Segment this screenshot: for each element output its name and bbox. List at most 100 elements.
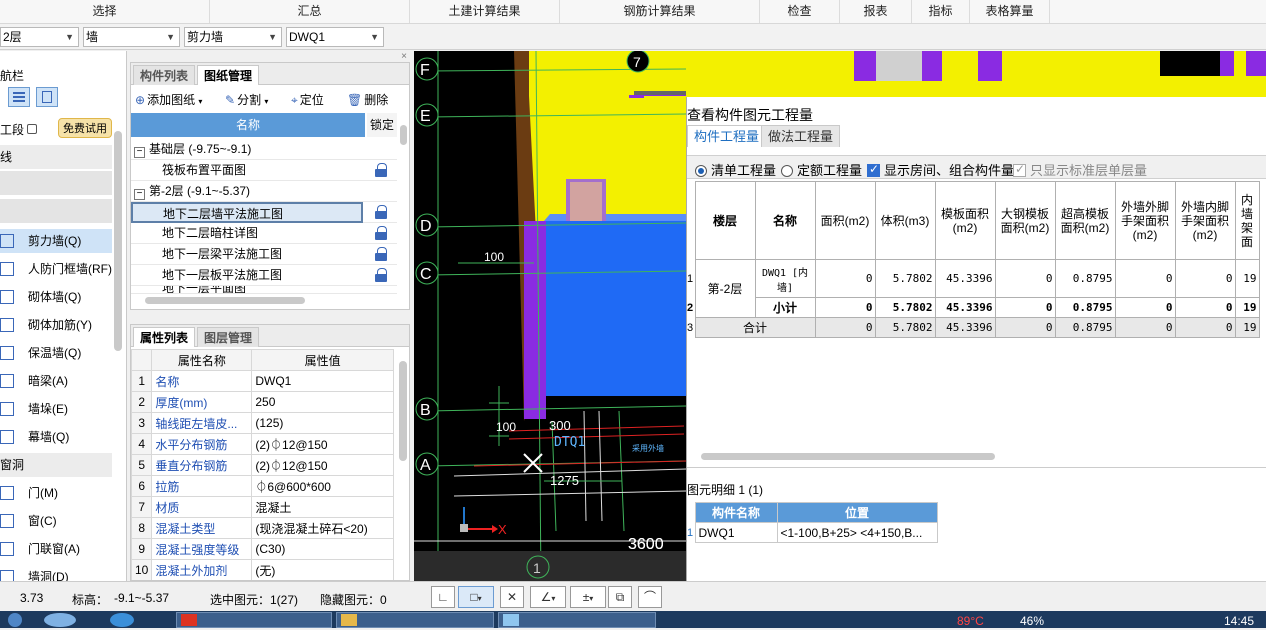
prop-value[interactable]: (125) — [251, 412, 394, 434]
nav-item-curtain-wall[interactable]: 幕墙(Q) — [0, 425, 112, 449]
tab-layer-management[interactable]: 图层管理 — [197, 327, 260, 347]
nav-item-masonry-wall[interactable]: 砌体墙(Q) — [0, 285, 112, 309]
header-name[interactable]: 名称 — [131, 113, 365, 137]
tree-item-b2-column-detail[interactable]: 地下二层暗柱详图 — [131, 223, 397, 244]
delete-button[interactable]: 🗑 删除 — [347, 91, 388, 108]
nav-item-hidden-beam[interactable]: 暗梁(A) — [0, 369, 112, 393]
show-rooms-checkbox[interactable]: 显示房间、组合构件量 — [867, 160, 1014, 179]
nav-item-door[interactable]: 门(M) — [0, 481, 112, 505]
tree-item-b1-beam-plan[interactable]: 地下一层梁平法施工图 — [131, 244, 397, 265]
std-floor-checkbox[interactable]: 只显示标准层单层量 — [1013, 160, 1147, 179]
cross-button[interactable]: ✕ — [500, 586, 524, 608]
app-icon[interactable] — [110, 613, 134, 627]
ribbon-select[interactable]: 选择 — [0, 0, 210, 23]
nav-category-blank-2[interactable] — [0, 199, 112, 223]
list-view-icon[interactable] — [8, 87, 30, 107]
start-orb-icon[interactable] — [8, 613, 22, 627]
lock-icon[interactable] — [375, 163, 387, 177]
split-button[interactable]: ✎ 分割 ▾ — [225, 91, 268, 108]
ribbon-index[interactable]: 指标 — [912, 0, 970, 23]
snap-button[interactable]: □▾ — [458, 586, 494, 608]
nav-category-hole[interactable]: 窗洞 — [0, 453, 112, 477]
tree-group-foundation[interactable]: − 基础层 (-9.75~-9.1) — [131, 139, 397, 160]
tree-item-b1-plan[interactable]: 地下一层平面图 — [131, 286, 397, 294]
detail-view-icon[interactable] — [36, 87, 58, 107]
element-select[interactable]: DWQ1 ▼ — [286, 27, 384, 47]
nav-item-wall-hole[interactable]: 墙洞(D) — [0, 565, 112, 581]
table-row[interactable]: 3 合计 0 5.7802 45.3396 0 0.8795 0 0 19 — [687, 317, 1260, 338]
property-row[interactable]: 6 拉筋 ⏀6@600*600 — [131, 475, 394, 497]
lock-icon[interactable] — [375, 205, 387, 219]
prop-value[interactable]: ⏀6@600*600 — [251, 475, 394, 497]
prop-value[interactable]: (现浇混凝土碎石<20) — [251, 517, 394, 539]
lock-icon[interactable] — [375, 268, 387, 282]
property-row[interactable]: 5 垂直分布钢筋 (2)⏀12@150 — [131, 454, 394, 476]
collapse-icon[interactable]: − — [134, 189, 145, 200]
property-row[interactable]: 8 混凝土类型 (现浇混凝土碎石<20) — [131, 517, 394, 539]
ribbon-report[interactable]: 报表 — [840, 0, 912, 23]
ribbon-check[interactable]: 检查 — [760, 0, 840, 23]
taskbar-item-app[interactable] — [498, 612, 656, 628]
property-row[interactable]: 2 厚度(mm) 250 — [131, 391, 394, 413]
nav-item-door-window[interactable]: 门联窗(A) — [0, 537, 112, 561]
ortho-button[interactable]: ∟ — [431, 586, 455, 608]
nav-scrollbar[interactable] — [114, 131, 122, 351]
arc-button[interactable]: ⌒ — [638, 586, 662, 608]
ribbon-civil-results[interactable]: 土建计算结果 — [410, 0, 560, 23]
header-lock[interactable]: 锁定 — [367, 113, 397, 137]
tree-item-b1-slab-plan[interactable]: 地下一层板平法施工图 — [131, 265, 397, 286]
locate-button[interactable]: ⌖ 定位 — [291, 91, 324, 108]
prop-value[interactable]: 混凝土 — [251, 496, 394, 518]
prop-value[interactable]: (2)⏀12@150 — [251, 454, 394, 476]
drawing-hscrollbar[interactable] — [145, 297, 305, 304]
prop-value[interactable]: DWQ1 — [251, 370, 394, 392]
browser-icon[interactable] — [44, 613, 76, 627]
nav-item-insulation-wall[interactable]: 保温墙(Q) — [0, 341, 112, 365]
angle-button[interactable]: ∠▾ — [530, 586, 566, 608]
table-row[interactable]: 1 DWQ1 <1-100,B+25> <4+150,B... — [687, 522, 938, 543]
tab-drawing-management[interactable]: 图纸管理 — [197, 65, 260, 85]
property-row[interactable]: 4 水平分布钢筋 (2)⏀12@150 — [131, 433, 394, 455]
nav-category-blank[interactable] — [0, 171, 112, 195]
nav-category-line[interactable]: 线 — [0, 145, 112, 169]
table-row[interactable]: 2 小计 0 5.7802 45.3396 0 0.8795 0 0 19 — [687, 297, 1260, 318]
taskbar-item-folder[interactable] — [336, 612, 494, 628]
drawing-vscrollbar[interactable] — [400, 125, 407, 145]
qty-hscrollbar[interactable] — [701, 453, 995, 460]
property-vscrollbar[interactable] — [399, 361, 407, 461]
nav-item-masonry-rebar[interactable]: 砌体加筋(Y) — [0, 313, 112, 337]
ribbon-table-qty[interactable]: 表格算量 — [970, 0, 1050, 23]
cad-viewport[interactable]: F E D C B A 1 7 100 300 100 DTQ1 采用外墙 12… — [414, 51, 686, 581]
property-row[interactable]: 9 混凝土强度等级 (C30) — [131, 538, 394, 560]
list-qty-radio[interactable]: 清单工程量 — [695, 160, 776, 179]
floor-select[interactable]: 2层 ▼ — [0, 27, 79, 47]
tab-component-list[interactable]: 构件列表 — [133, 65, 196, 85]
table-row[interactable]: 1 第-2层 DWQ1 [内墙] 0 5.7802 45.3396 0 0.87… — [687, 259, 1260, 318]
ribbon-rebar-results[interactable]: 钢筋计算结果 — [560, 0, 760, 23]
nav-item-window[interactable]: 窗(C) — [0, 509, 112, 533]
offset-button[interactable]: ±▾ — [570, 586, 606, 608]
nav-item-shear-wall[interactable]: 剪力墙(Q) — [0, 229, 112, 253]
collapse-icon[interactable]: − — [134, 147, 145, 158]
prop-value[interactable]: 250 — [251, 391, 394, 413]
tree-item-raft-plan[interactable]: 筏板布置平面图 — [131, 160, 397, 181]
lock-icon[interactable] — [375, 247, 387, 261]
property-row[interactable]: 1 名称 DWQ1 — [131, 370, 394, 392]
tab-property-list[interactable]: 属性列表 — [133, 327, 196, 347]
property-row[interactable]: 10 混凝土外加剂 (无) — [131, 559, 394, 580]
add-drawing-button[interactable]: ⊕ 添加图纸 ▾ — [135, 91, 202, 108]
tab-component-qty[interactable]: 构件工程量 — [687, 125, 767, 147]
prop-value[interactable]: (2)⏀12@150 — [251, 433, 394, 455]
category-select[interactable]: 墙 ▼ — [83, 27, 180, 47]
free-trial-badge[interactable]: 免费试用 — [58, 118, 112, 138]
nav-item-wall-pier[interactable]: 墙垛(E) — [0, 397, 112, 421]
tree-group-basement-2[interactable]: − 第-2层 (-9.1~-5.37) — [131, 181, 397, 202]
prop-value[interactable]: (无) — [251, 559, 394, 580]
tab-method-qty[interactable]: 做法工程量 — [761, 125, 841, 147]
close-icon[interactable]: × — [401, 51, 407, 62]
tree-item-b2-wall-plan[interactable]: 地下二层墙平法施工图 — [131, 202, 397, 223]
quota-qty-radio[interactable]: 定额工程量 — [781, 160, 862, 179]
copy-button[interactable]: ⧉ — [608, 586, 632, 608]
prop-value[interactable]: (C30) — [251, 538, 394, 560]
taskbar-item-gtj[interactable] — [176, 612, 332, 628]
